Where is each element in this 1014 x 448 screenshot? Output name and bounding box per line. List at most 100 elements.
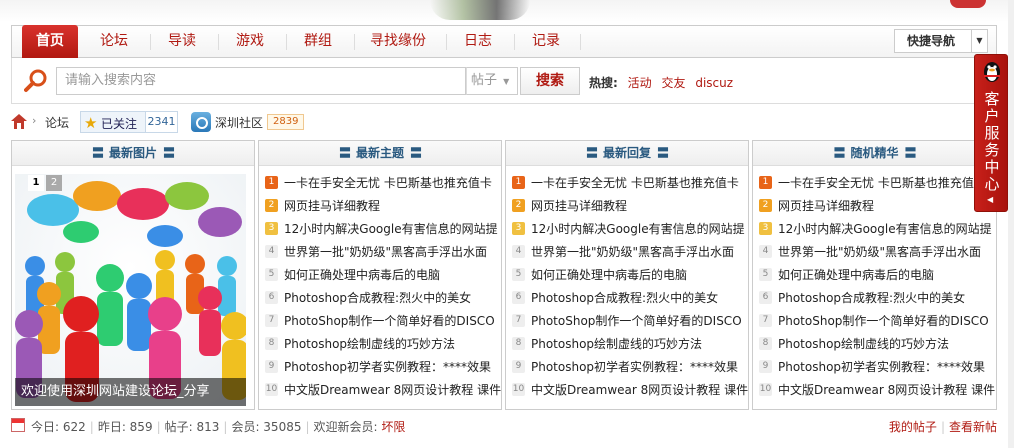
list-item[interactable]: 3 12小时内解决Google有害信息的网站提 <box>759 218 996 241</box>
list-item[interactable]: 7 PhotoShop制作一个简单好看的DISCO <box>265 310 501 333</box>
list-item[interactable]: 6 Photoshop合成教程:烈火中的美女 <box>265 287 501 310</box>
nav-divider <box>514 34 515 50</box>
slide-dot[interactable]: 1 <box>28 175 44 191</box>
search-type-select[interactable]: 帖子 ▼ <box>466 67 518 95</box>
list-item[interactable]: 6 Photoshop合成教程:烈火中的美女 <box>512 287 748 310</box>
nav-divider <box>580 34 581 50</box>
nav-home[interactable]: 首页 <box>22 25 78 59</box>
list-item[interactable]: 4 世界第一批"奶奶级"黑客高手浮出水面 <box>265 241 501 264</box>
slide-indicators: 12 <box>28 174 64 191</box>
star-icon: ★ <box>84 114 98 132</box>
search-button[interactable]: 搜索 <box>520 67 580 95</box>
nav-item-forum[interactable]: 论坛 <box>88 26 140 57</box>
community-link[interactable]: 深圳社区 <box>215 114 263 131</box>
list-item[interactable]: 10 中文版Dreamwear 8网页设计教程 课件 <box>759 379 996 402</box>
banner-decoration <box>430 0 530 20</box>
nav-item-groups[interactable]: 群组 <box>292 26 344 57</box>
panel-random-digest: 〓随机精华〓 1 一卡在手安全无忧 卡巴斯基也推充值卡 2 网页挂马详细教程 3 12… <box>752 140 997 410</box>
list-item[interactable]: 3 12小时内解决Google有害信息的网站提 <box>512 218 748 241</box>
panel-title: 随机精华 <box>850 146 899 160</box>
list-item[interactable]: 2 网页挂马详细教程 <box>265 195 501 218</box>
nav-item-records[interactable]: 记录 <box>520 26 572 57</box>
stat-welcome: 欢迎新会员: <box>313 420 378 434</box>
list-item[interactable]: 8 Photoshop绘制虚线的巧妙方法 <box>759 333 996 356</box>
breadcrumb-forum[interactable]: 论坛 <box>45 114 69 131</box>
list-item[interactable]: 6 Photoshop合成教程:烈火中的美女 <box>759 287 996 310</box>
new-member-link[interactable]: 坏限 <box>381 420 405 434</box>
image-caption[interactable]: 欢迎使用深圳网站建设论坛_分享 <box>15 378 246 406</box>
list-item[interactable]: 2 网页挂马详细教程 <box>512 195 748 218</box>
nav-item-games[interactable]: 游戏 <box>224 26 276 57</box>
hot-keyword[interactable]: discuz <box>695 76 733 90</box>
chevron-down-icon: ▼ <box>971 30 987 52</box>
quick-nav-label: 快捷导航 <box>907 34 956 48</box>
list-item[interactable]: 10 中文版Dreamwear 8网页设计教程 课件 <box>512 379 748 402</box>
panel-header: 〓随机精华〓 <box>753 141 996 166</box>
nav-item-blog[interactable]: 日志 <box>452 26 504 57</box>
list-item[interactable]: 2 网页挂马详细教程 <box>759 195 996 218</box>
panel-header: 〓最新图片〓 <box>12 141 254 166</box>
reply-list: 1 一卡在手安全无忧 卡巴斯基也推充值卡 2 网页挂马详细教程 3 12小时内解决Go… <box>506 166 748 402</box>
panel-title: 最新图片 <box>108 146 157 160</box>
search-icon <box>24 69 47 92</box>
nav-item-guide[interactable]: 导读 <box>156 26 208 57</box>
search-type-label: 帖子 <box>471 73 498 88</box>
panel-latest-topics: 〓最新主题〓 1 一卡在手安全无忧 卡巴斯基也推充值卡 2 网页挂马详细教程 3 12… <box>258 140 502 410</box>
list-item[interactable]: 10 中文版Dreamwear 8网页设计教程 课件 <box>265 379 501 402</box>
customer-service-label: 客户服务中心 <box>984 90 1000 193</box>
list-item[interactable]: 9 Photoshop初学者实例教程：****效果 <box>759 356 996 379</box>
list-item[interactable]: 1 一卡在手安全无忧 卡巴斯基也推充值卡 <box>512 172 748 195</box>
people-figures-image <box>15 174 246 406</box>
calendar-icon <box>11 418 25 432</box>
my-posts-link[interactable]: 我的帖子 <box>889 420 937 434</box>
panel-latest-images: 〓最新图片〓 1 2 欢迎使用深圳网站建设论坛_分享 <box>11 140 255 410</box>
community-count: 2839 <box>267 114 305 130</box>
list-item[interactable]: 9 Photoshop初学者实例教程：****效果 <box>265 356 501 379</box>
breadcrumb: › 论坛 ★ 已关注 2341 深圳社区 2839 <box>11 111 611 133</box>
nav-divider <box>286 34 287 50</box>
nav-item-dating[interactable]: 寻找缘份 <box>360 26 436 57</box>
search-input[interactable]: 请输入搜索内容 <box>56 67 466 95</box>
list-item[interactable]: 5 如何正确处理中病毒后的电脑 <box>512 264 748 287</box>
slide-dot[interactable]: 2 <box>46 175 62 191</box>
nav-divider <box>446 34 447 50</box>
stat-yesterday: 昨日: 859 <box>97 420 153 434</box>
list-item[interactable]: 3 12小时内解决Google有害信息的网站提 <box>265 218 501 241</box>
scrollbar[interactable] <box>1008 0 1014 448</box>
chevron-down-icon: ▼ <box>503 77 510 86</box>
list-item[interactable]: 8 Photoshop绘制虚线的巧妙方法 <box>512 333 748 356</box>
list-item[interactable]: 4 世界第一批"奶奶级"黑客高手浮出水面 <box>759 241 996 264</box>
list-item[interactable]: 9 Photoshop初学者实例教程：****效果 <box>512 356 748 379</box>
stat-posts: 帖子: 813 <box>164 420 220 434</box>
hot-keyword[interactable]: 活动 <box>628 76 652 90</box>
quick-nav-dropdown[interactable]: 快捷导航 ▼ <box>894 29 988 53</box>
list-item[interactable]: 1 一卡在手安全无忧 卡巴斯基也推充值卡 <box>265 172 501 195</box>
forum-stats: 今日: 622 | 昨日: 859 | 帖子: 813 | 会员: 35085 | 欢迎新会员:… <box>11 416 997 436</box>
list-item[interactable]: 7 PhotoShop制作一个简单好看的DISCO <box>759 310 996 333</box>
list-item[interactable]: 5 如何正确处理中病毒后的电脑 <box>759 264 996 287</box>
community-icon <box>191 112 211 132</box>
nav-divider <box>218 34 219 50</box>
home-icon[interactable] <box>11 114 27 129</box>
follow-label: 已关注 <box>101 117 138 131</box>
list-item[interactable]: 5 如何正确处理中病毒后的电脑 <box>265 264 501 287</box>
user-avatar[interactable] <box>950 0 986 8</box>
nav-divider <box>354 34 355 50</box>
list-item[interactable]: 4 世界第一批"奶奶级"黑客高手浮出水面 <box>512 241 748 264</box>
stat-today: 今日: 622 <box>31 420 86 434</box>
view-new-posts-link[interactable]: 查看新帖 <box>949 420 997 434</box>
list-item[interactable]: 1 一卡在手安全无忧 卡巴斯基也推充值卡 <box>759 172 996 195</box>
hot-search: 热搜: 活动 交友 discuz <box>589 74 739 91</box>
panel-latest-replies: 〓最新回复〓 1 一卡在手安全无忧 卡巴斯基也推充值卡 2 网页挂马详细教程 3 12… <box>505 140 749 410</box>
digest-list: 1 一卡在手安全无忧 卡巴斯基也推充值卡 2 网页挂马详细教程 3 12小时内解决Go… <box>753 166 996 402</box>
hot-keyword[interactable]: 交友 <box>661 76 685 90</box>
qq-penguin-icon <box>984 62 1000 82</box>
panel-header: 〓最新主题〓 <box>259 141 501 166</box>
panel-title: 最新主题 <box>355 146 404 160</box>
follow-button[interactable]: ★ 已关注 2341 <box>80 111 178 133</box>
customer-service-tab[interactable]: 客户服务中心 ◀ <box>974 54 1008 212</box>
panel-title: 最新回复 <box>602 146 651 160</box>
featured-image[interactable]: 12 欢迎使用深圳网站建设论坛_分享 <box>15 174 246 406</box>
list-item[interactable]: 8 Photoshop绘制虚线的巧妙方法 <box>265 333 501 356</box>
list-item[interactable]: 7 PhotoShop制作一个简单好看的DISCO <box>512 310 748 333</box>
